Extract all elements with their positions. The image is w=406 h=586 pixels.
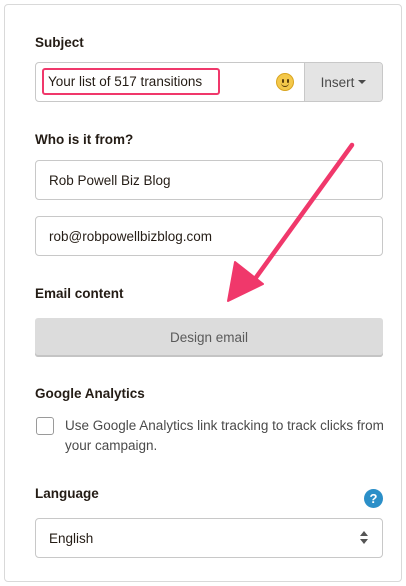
google-analytics-checkbox-text: Use Google Analytics link tracking to tr… — [65, 418, 384, 453]
language-selected-value: English — [49, 530, 94, 546]
select-arrows-icon — [360, 531, 368, 545]
subject-input[interactable]: Your list of 517 transitions — [42, 68, 220, 95]
language-select[interactable]: English — [35, 518, 383, 558]
subject-field[interactable]: Your list of 517 transitions Insert — [35, 62, 383, 102]
insert-button-label: Insert — [320, 74, 355, 90]
google-analytics-label: Google Analytics — [35, 386, 145, 401]
from-label: Who is it from? — [35, 132, 134, 147]
from-email-input[interactable]: rob@robpowellbizblog.com — [35, 216, 383, 256]
chevron-down-icon — [358, 80, 367, 84]
campaign-settings-panel: Subject Your list of 517 transitions Ins… — [4, 4, 402, 582]
help-question-icon[interactable]: ? — [364, 489, 383, 508]
design-email-button[interactable]: Design email — [35, 318, 383, 357]
email-content-label: Email content — [35, 286, 124, 301]
insert-merge-tag-button[interactable]: Insert — [304, 63, 382, 101]
language-label: Language — [35, 486, 99, 501]
google-analytics-checkbox[interactable] — [36, 417, 54, 435]
emoji-smiley-icon[interactable] — [276, 73, 294, 91]
from-name-input[interactable]: Rob Powell Biz Blog — [35, 160, 383, 200]
subject-label: Subject — [35, 35, 84, 50]
